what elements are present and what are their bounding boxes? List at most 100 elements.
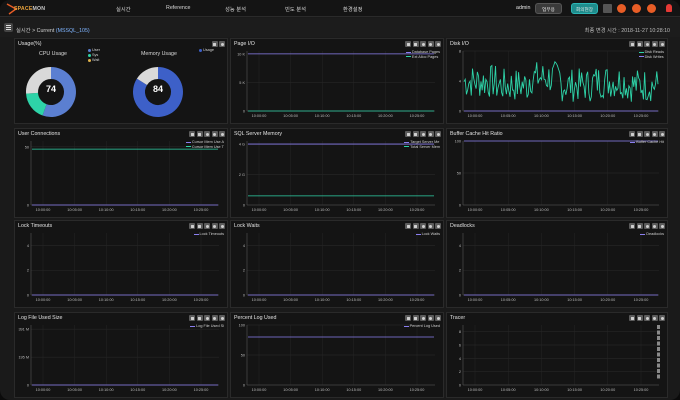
x-tick-label: 10:05:00 [501,388,516,392]
settings-icon[interactable] [647,4,656,13]
x-tick-label: 10:25:00 [410,208,425,212]
sys-dot [88,53,91,57]
notification-bell-icon[interactable] [666,4,672,12]
breadcrumb-instance[interactable]: (MSSQL_105) [56,28,90,34]
legend-item[interactable]: Buffer Cache Hit [630,140,664,145]
legend-item[interactable]: Ext Alloc Pages [405,55,440,60]
legend-swatch [403,325,409,327]
nav-realtime[interactable]: 실시간 [116,5,131,13]
alert-icon[interactable] [617,4,626,13]
x-tick-label: 10:25:00 [634,208,649,212]
legend-swatch [193,233,199,235]
tracer-marker [657,347,660,351]
tracer-marker [657,352,660,357]
tracer-marker [657,330,660,335]
legend-item[interactable]: Cursor Mem Use T [185,145,224,150]
x-tick-label: 10:20:00 [600,208,615,212]
x-tick-label: 10:25:00 [194,298,209,302]
legend-item[interactable]: Percent Log Used [403,324,440,329]
x-tick-label: 10:25:00 [194,208,209,212]
cpu-legend: User Sys Wait [88,48,100,63]
y-tick-label: 4 [459,244,461,248]
user-name[interactable]: admin [516,5,530,11]
chart-svg: 0 2 4 6 8 10:00:00 10:05:00 10:10:00 10:15:00 10:… [459,325,660,392]
y-tick-label: 8 [459,330,461,334]
chart-legend: Lock Timeouts [193,232,224,237]
nav-performance-analysis[interactable]: 성능 분석 [225,5,246,13]
legend-item[interactable]: Lock Timeouts [193,232,224,237]
legend-label: Disk Reads [644,50,664,54]
legend-label: Lock Timeouts [199,232,224,236]
tracer-marker [657,358,660,362]
meeting-mode-button[interactable]: 회의현장 [571,3,598,14]
y-tick-label: 0 [27,204,29,208]
x-tick-label: 10:10:00 [315,114,330,118]
y-tick-label: 2 [459,370,461,374]
legend-label: Percent Log Used [409,324,440,328]
panel-lock-timeouts: Lock Timeouts 0 2 4 10:00:00 10:05:00 10:10:00… [14,220,228,308]
legend-item[interactable]: Log File Used Si [190,324,224,329]
power-icon[interactable] [632,4,641,13]
chart-legend: Log File Used Si [190,324,224,329]
chart-legend: Database Pages Ext Alloc Pages [405,50,440,60]
x-tick-label: 10:25:00 [634,114,649,118]
tracer-marker [657,336,660,340]
y-tick-label: 6 [459,344,461,348]
x-tick-label: 10:20:00 [378,208,393,212]
legend-item[interactable]: Lock Waits [415,232,440,237]
x-tick-label: 10:15:00 [346,388,361,392]
x-tick-label: 10:10:00 [534,298,549,302]
y-tick-label: 0 [459,384,461,388]
y-tick-label: 50 [457,172,461,176]
y-tick-label: 0 [459,294,461,298]
x-tick-label: 10:15:00 [130,298,145,302]
memory-usage-title: Memory Usage [141,51,177,57]
y-tick-label: 5 K [239,81,245,85]
chart-legend: Target Server Me Total Server Mem [404,140,440,149]
nav-trend-analysis[interactable]: 빈도 분석 [285,5,306,13]
business-mode-button[interactable]: 업무용 [535,3,562,14]
x-tick-label: 10:10:00 [315,388,330,392]
y-tick-label: 4 [243,244,245,248]
x-tick-label: 10:00:00 [252,388,267,392]
memory-usage-value: 84 [152,84,163,94]
usage-dot [199,48,202,52]
x-tick-label: 10:15:00 [567,114,582,118]
cpu-sys-slice [26,92,48,116]
y-tick-label: 100 [239,324,245,328]
x-tick-label: 10:05:00 [67,298,82,302]
legend-item[interactable]: Disk Writes [638,55,664,60]
x-tick-label: 10:05:00 [283,388,298,392]
x-tick-label: 10:05:00 [501,114,516,118]
y-tick-label: 100 [455,140,461,144]
panel-log-used: Percent Log Used 0 50 100 10:00:00 10:05:00 10… [230,312,444,398]
logo[interactable]: SPACEMON [6,3,50,15]
y-tick-label: 0 [27,294,29,298]
nav-settings[interactable]: 환경설정 [343,5,363,13]
legend-swatch [630,141,636,143]
nav-reference[interactable]: Reference [166,5,190,11]
grid-icon[interactable] [603,4,612,13]
legend-swatch [404,141,410,143]
x-tick-label: 10:25:00 [634,298,649,302]
breadcrumb-path[interactable]: 실시간 > Current [16,28,54,34]
legend-swatch [638,56,644,58]
menu-toggle-button[interactable] [4,23,13,32]
legend-swatch [405,56,411,58]
legend-label: Log File Used Si [196,324,224,328]
panel-tracer: Tracer 0 2 4 6 8 10:00:00 10:05:00 10:10:00 10:15… [446,312,668,398]
legend-swatch [185,141,191,143]
legend-item[interactable]: Deadlocks [640,232,664,237]
x-tick-label: 10:00:00 [468,208,483,212]
x-tick-label: 10:00:00 [252,114,267,118]
chart-legend: Percent Log Used [403,324,440,329]
legend-swatch [404,146,410,148]
x-tick-label: 10:20:00 [600,114,615,118]
x-tick-label: 10:05:00 [67,388,82,392]
x-tick-label: 10:05:00 [67,208,82,212]
brand-name: SPACEMON [14,6,46,12]
legend-item[interactable]: Total Server Mem [404,145,440,150]
chart-legend: Disk Reads Disk Writes [638,50,664,60]
top-navigation-bar: SPACEMON 실시간 Reference 성능 분석 빈도 분석 환경설정 … [0,0,680,17]
panel-usage: Usage(%) CPU Usage 74 User Sys Wait Memo… [14,38,228,124]
